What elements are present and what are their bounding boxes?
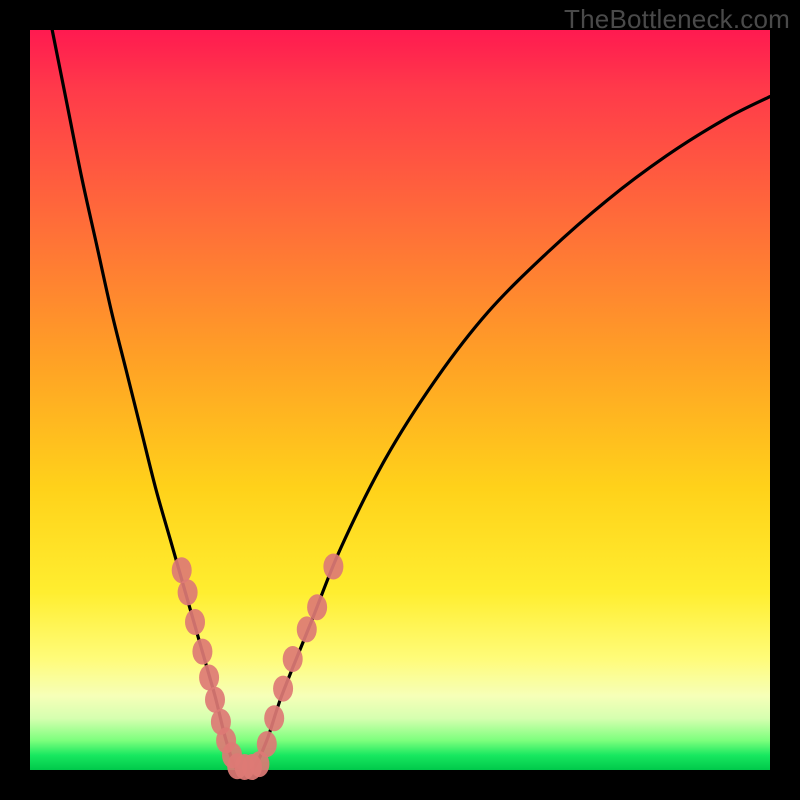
data-point xyxy=(323,554,343,580)
data-point xyxy=(199,665,219,691)
data-point xyxy=(283,646,303,672)
data-markers xyxy=(172,554,344,781)
data-point xyxy=(205,687,225,713)
data-point xyxy=(297,616,317,642)
data-point xyxy=(257,731,277,757)
data-point xyxy=(264,705,284,731)
data-point xyxy=(172,557,192,583)
data-point xyxy=(192,639,212,665)
data-point xyxy=(178,579,198,605)
data-point xyxy=(185,609,205,635)
bottleneck-curve xyxy=(52,30,770,774)
plot-area xyxy=(30,30,770,770)
bottleneck-curve xyxy=(52,30,770,774)
chart-frame: TheBottleneck.com xyxy=(0,0,800,800)
chart-svg xyxy=(30,30,770,770)
data-point xyxy=(273,676,293,702)
data-point xyxy=(307,594,327,620)
